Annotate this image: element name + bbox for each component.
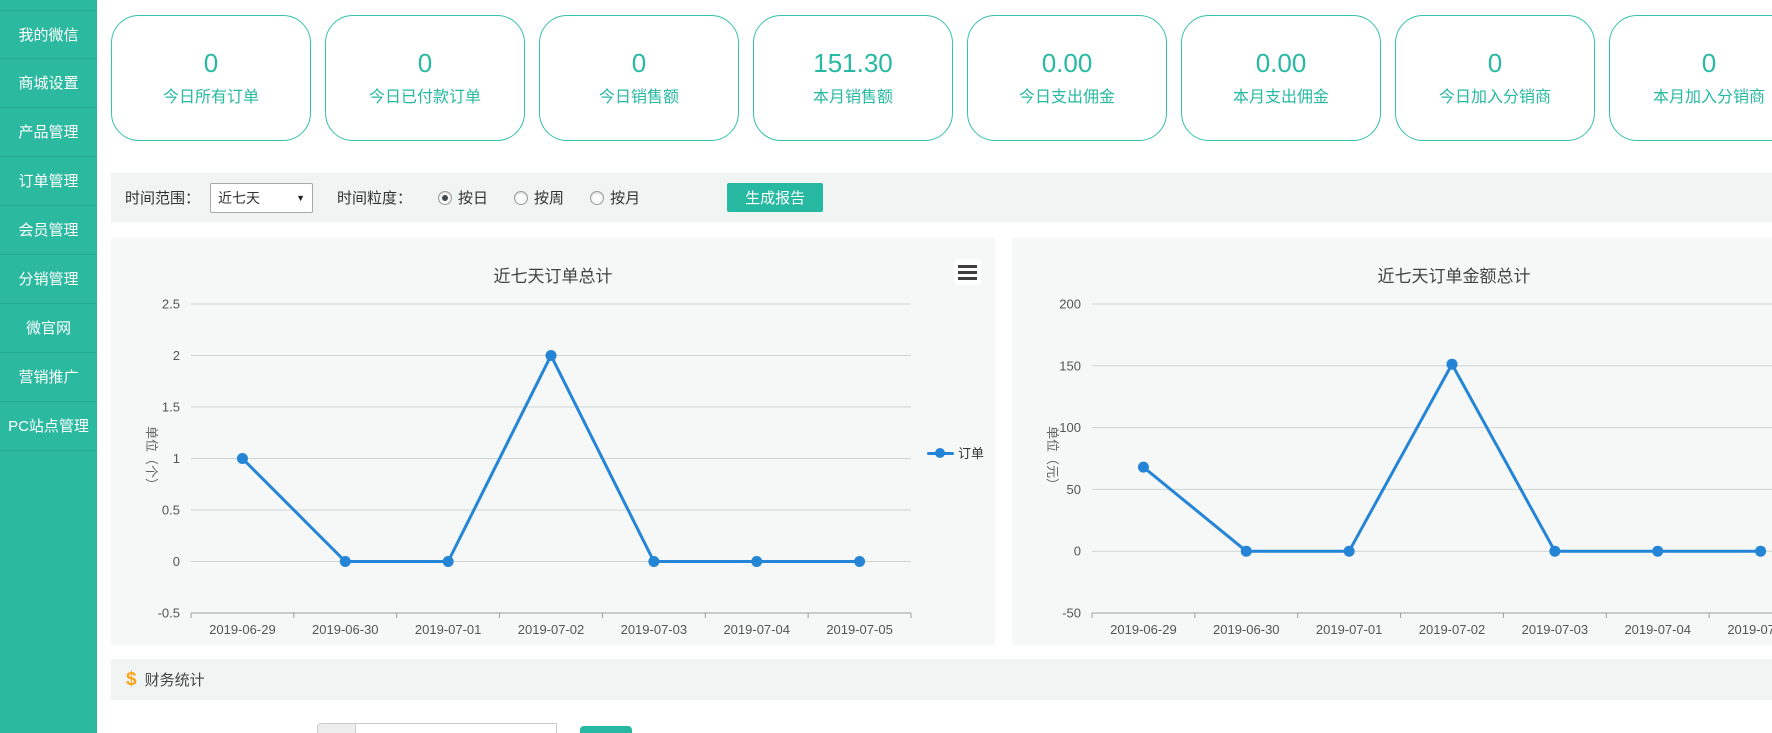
stat-card-label: 本月支出佣金 — [1233, 90, 1329, 106]
sidebar-item-orders[interactable]: 订单管理 — [0, 157, 97, 206]
granularity-label: 时间粒度： — [337, 187, 412, 208]
finance-input[interactable] — [356, 723, 557, 733]
svg-text:2019-07-01: 2019-07-01 — [1316, 622, 1383, 637]
svg-text:2019-07-02: 2019-07-02 — [1419, 622, 1486, 637]
time-range-label: 时间范围： — [125, 187, 200, 208]
svg-text:2019-07-05: 2019-07-05 — [1727, 622, 1772, 637]
stat-card-label: 本月加入分销商 — [1653, 90, 1765, 106]
legend-item-orders[interactable]: 订单 — [927, 443, 984, 462]
stat-card-today-distributors: 0 今日加入分销商 — [1395, 15, 1595, 141]
svg-text:-0.5: -0.5 — [158, 606, 180, 621]
stat-card-value: 0 — [1702, 50, 1716, 76]
radio-by-week[interactable]: 按周 — [514, 187, 564, 208]
sidebar-item-shop-settings[interactable]: 商城设置 — [0, 59, 97, 108]
hamburger-menu-icon[interactable] — [954, 259, 981, 285]
svg-text:-50: -50 — [1062, 606, 1081, 621]
svg-text:2019-07-04: 2019-07-04 — [723, 622, 790, 637]
dollar-icon: $ — [126, 670, 137, 689]
svg-text:200: 200 — [1059, 297, 1081, 312]
stat-card-value: 0 — [418, 50, 432, 76]
radio-by-day[interactable]: 按日 — [438, 187, 488, 208]
stat-card-value: 0.00 — [1256, 50, 1307, 76]
order-count-chart-svg: 2.5 2 1.5 1 0.5 0 -0.5 2019-06-29 2019-06-30 2019… — [111, 238, 995, 645]
sidebar-item-my-wechat[interactable]: 我的微信 — [0, 10, 97, 59]
svg-text:2019-06-30: 2019-06-30 — [312, 622, 379, 637]
stat-card-label: 今日加入分销商 — [1439, 90, 1551, 106]
stat-card-today-paid-orders: 0 今日已付款订单 — [325, 15, 525, 141]
svg-text:0: 0 — [173, 554, 180, 569]
svg-text:1: 1 — [173, 451, 180, 466]
svg-text:2019-06-30: 2019-06-30 — [1213, 622, 1280, 637]
svg-text:2019-07-05: 2019-07-05 — [826, 622, 893, 637]
svg-text:150: 150 — [1059, 358, 1081, 373]
stat-card-value: 0.00 — [1042, 50, 1093, 76]
time-range-select[interactable]: 近七天 ▼ — [210, 183, 313, 213]
svg-text:0: 0 — [1074, 544, 1081, 559]
radio-selected-icon — [438, 191, 452, 205]
stat-card-month-sales: 151.30 本月销售额 — [753, 15, 953, 141]
finance-section-bar: $ 财务统计 — [111, 659, 1772, 700]
sidebar: 我的微信 商城设置 产品管理 订单管理 会员管理 分销管理 微官网 营销推广 P… — [0, 0, 97, 733]
stat-card-label: 今日已付款订单 — [369, 90, 481, 106]
svg-text:2019-07-03: 2019-07-03 — [621, 622, 688, 637]
legend-label: 订单 — [958, 443, 984, 462]
radio-unselected-icon — [514, 191, 528, 205]
sidebar-item-products[interactable]: 产品管理 — [0, 108, 97, 157]
sidebar-item-marketing[interactable]: 营销推广 — [0, 353, 97, 402]
radio-by-month-label: 按月 — [610, 187, 640, 208]
svg-text:2019-07-03: 2019-07-03 — [1522, 622, 1589, 637]
svg-text:1.5: 1.5 — [162, 400, 180, 415]
svg-text:0.5: 0.5 — [162, 503, 180, 518]
finance-section-title: 财务统计 — [145, 669, 205, 690]
stat-card-today-sales: 0 今日销售额 — [539, 15, 739, 141]
svg-text:2019-07-04: 2019-07-04 — [1624, 622, 1691, 637]
stat-card-today-orders: 0 今日所有订单 — [111, 15, 311, 141]
svg-text:单位（元）: 单位（元） — [1045, 426, 1060, 491]
svg-text:2019-07-02: 2019-07-02 — [518, 622, 585, 637]
stat-cards-row: 0 今日所有订单 0 今日已付款订单 0 今日销售额 151.30 本月销售额 … — [111, 15, 1772, 141]
svg-text:2.5: 2.5 — [162, 297, 180, 312]
sidebar-item-distribution[interactable]: 分销管理 — [0, 255, 97, 304]
radio-unselected-icon — [590, 191, 604, 205]
stat-card-value: 0 — [204, 50, 218, 76]
stat-card-month-commission: 0.00 本月支出佣金 — [1181, 15, 1381, 141]
radio-by-day-label: 按日 — [458, 187, 488, 208]
chevron-down-icon: ▼ — [296, 193, 305, 203]
stat-card-label: 今日销售额 — [599, 90, 679, 106]
order-count-chart-panel: 2.5 2 1.5 1 0.5 0 -0.5 2019-06-29 2019-06-30 2019… — [111, 238, 995, 645]
svg-text:2019-06-29: 2019-06-29 — [209, 622, 276, 637]
time-range-selected-value: 近七天 — [218, 188, 260, 208]
svg-text:2019-06-29: 2019-06-29 — [1110, 622, 1177, 637]
stat-card-value: 0 — [632, 50, 646, 76]
stat-card-value: 151.30 — [813, 50, 893, 76]
svg-text:50: 50 — [1067, 482, 1081, 497]
order-amount-chart-title: 近七天订单金额总计 — [1012, 262, 1772, 287]
stat-card-label: 本月销售额 — [813, 90, 893, 106]
report-filter-bar: 时间范围： 近七天 ▼ 时间粒度： 按日 按周 按月 生成报告 — [111, 173, 1772, 222]
radio-by-week-label: 按周 — [534, 187, 564, 208]
svg-text:100: 100 — [1059, 420, 1081, 435]
dashboard-page: { "icons": { "chevron_down": "▼", "dolla… — [0, 0, 1772, 733]
sidebar-item-members[interactable]: 会员管理 — [0, 206, 97, 255]
finance-submit-button[interactable] — [580, 726, 632, 733]
order-amount-chart-panel: 200 150 100 50 0 -50 2019-06-29 2019-06-30 2019-… — [1012, 238, 1772, 645]
order-count-chart-title: 近七天订单总计 — [111, 262, 995, 287]
generate-report-button[interactable]: 生成报告 — [727, 183, 823, 212]
svg-text:2: 2 — [173, 348, 180, 363]
legend-line-marker-icon — [927, 446, 954, 460]
stat-card-month-distributors: 0 本月加入分销商 — [1609, 15, 1772, 141]
svg-text:单位（个）: 单位（个） — [144, 426, 159, 491]
finance-input-addon[interactable] — [317, 723, 356, 733]
stat-card-label: 今日所有订单 — [163, 90, 259, 106]
radio-by-month[interactable]: 按月 — [590, 187, 640, 208]
svg-text:2019-07-01: 2019-07-01 — [415, 622, 482, 637]
stat-card-label: 今日支出佣金 — [1019, 90, 1115, 106]
sidebar-item-pc-site[interactable]: PC站点管理 — [0, 402, 97, 451]
sidebar-item-micro-site[interactable]: 微官网 — [0, 304, 97, 353]
stat-card-today-commission: 0.00 今日支出佣金 — [967, 15, 1167, 141]
order-amount-chart-svg: 200 150 100 50 0 -50 2019-06-29 2019-06-30 2019-… — [1012, 238, 1772, 645]
stat-card-value: 0 — [1488, 50, 1502, 76]
